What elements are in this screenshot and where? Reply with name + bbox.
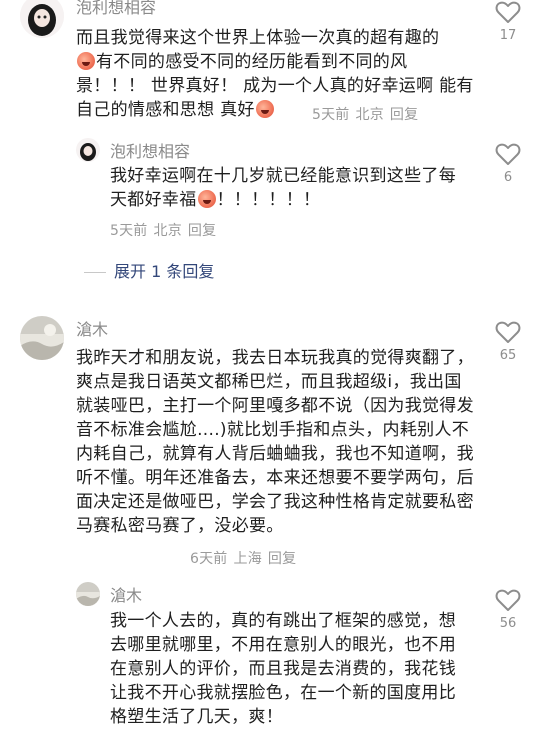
like-count: 65 [499, 348, 517, 363]
like-count: 6 [503, 170, 513, 185]
username[interactable]: 滄木 [76, 316, 108, 340]
heart-outline-icon [495, 1, 521, 23]
like-count: 56 [499, 616, 517, 631]
heart-outline-icon [495, 143, 521, 165]
avatar[interactable] [20, 316, 64, 360]
comment-time: 5天前 [312, 107, 350, 123]
comment-time: 5天前 [110, 223, 148, 239]
laughing-face-emoji-icon [255, 100, 274, 118]
avatar[interactable] [76, 138, 100, 162]
comment-location: 上海 [233, 551, 262, 567]
laughing-face-emoji-icon [197, 190, 216, 208]
like-count: 17 [499, 28, 517, 43]
like-button[interactable]: 17 [493, 0, 523, 43]
expand-replies-button[interactable]: 展开 1 条回复 [84, 258, 214, 282]
like-button[interactable]: 56 [493, 588, 523, 631]
like-button[interactable]: 6 [493, 142, 523, 185]
reply-button[interactable]: 回复 [390, 107, 418, 123]
avatar[interactable] [20, 0, 64, 38]
like-button[interactable]: 65 [493, 320, 523, 363]
comment-location: 北京 [355, 107, 384, 123]
reply-button[interactable]: 回复 [268, 551, 296, 567]
comment-text: 我好幸运啊在十几岁就已经能意识到这些了每天都好幸福！！！！！！ [110, 166, 456, 210]
comment-location: 北京 [153, 223, 182, 239]
laughing-face-emoji-icon [77, 52, 95, 70]
comment-time: 6天前 [190, 551, 228, 567]
reply-button[interactable]: 回复 [188, 223, 216, 239]
comment-text: 我昨天才和朋友说，我去日本玩我真的觉得爽翻了，爽点是我日语英文都稀巴烂，而且我超… [76, 348, 474, 536]
username[interactable]: 泡利想相容 [110, 138, 190, 162]
username[interactable]: 泡利想相容 [76, 0, 156, 18]
heart-outline-icon [495, 321, 521, 343]
username[interactable]: 滄木 [110, 582, 142, 606]
comment-meta: 5天前 北京 回复 [312, 104, 424, 124]
expand-replies-label: 展开 1 条回复 [114, 262, 215, 281]
divider [84, 272, 106, 273]
comment-text: 我一个人去的，真的有跳出了框架的感觉，想去哪里就哪里，不用在意别人的眼光，也不用… [110, 611, 456, 727]
comment-meta: 5天前 北京 回复 [110, 220, 222, 240]
avatar[interactable] [76, 582, 100, 606]
heart-outline-icon [495, 589, 521, 611]
comment-meta: 6天前 上海 回复 [190, 548, 302, 568]
